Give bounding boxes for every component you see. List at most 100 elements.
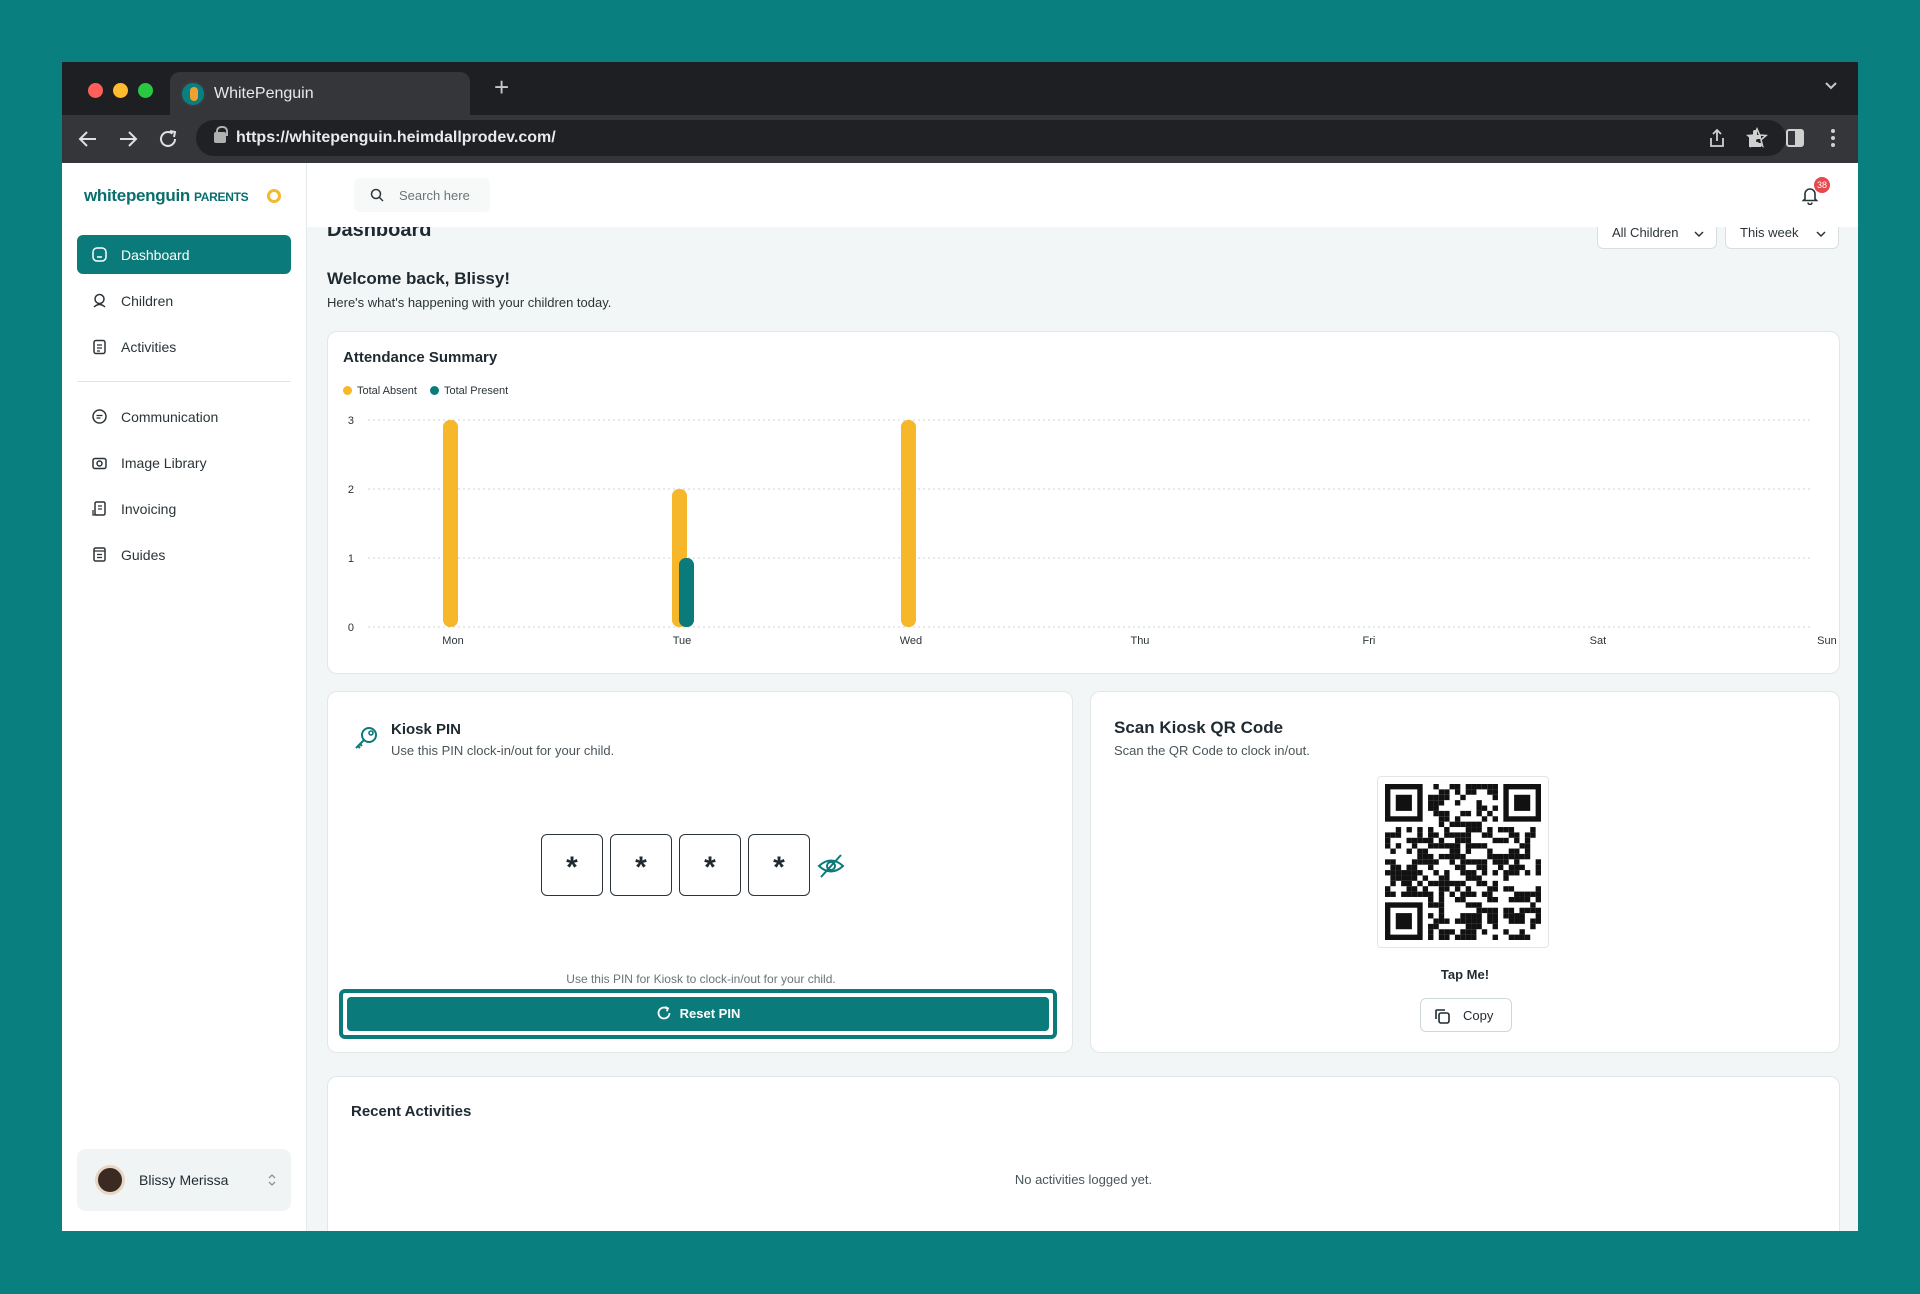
qr-module	[1476, 913, 1482, 919]
sidebar-item-activities[interactable]: Activities	[77, 327, 291, 366]
qr-module	[1487, 789, 1493, 795]
qr-module	[1481, 880, 1488, 887]
qr-module	[1465, 913, 1472, 919]
sidebar-item-dashboard[interactable]: Dashboard	[77, 235, 291, 274]
qr-subtitle: Scan the QR Code to clock in/out.	[1114, 743, 1310, 758]
qr-module	[1508, 934, 1515, 940]
tap-me-label: Tap Me!	[1440, 967, 1490, 982]
qr-module	[1433, 902, 1439, 908]
qr-module	[1449, 880, 1455, 887]
sidebar-item-communication[interactable]: Communication	[77, 397, 291, 436]
more-menu-icon[interactable]	[1822, 127, 1844, 149]
sidebar-item-image-library[interactable]: Image Library	[77, 443, 291, 482]
tab-title: WhitePenguin	[214, 85, 314, 102]
reset-pin-button[interactable]: Reset PIN	[347, 997, 1049, 1031]
qr-module	[1438, 913, 1445, 919]
close-window-button[interactable]	[88, 83, 103, 98]
invoice-icon	[92, 501, 106, 516]
qr-module	[1508, 918, 1515, 924]
copy-button[interactable]: Copy	[1420, 998, 1512, 1032]
qr-module	[1460, 859, 1466, 865]
chat-icon	[92, 409, 107, 424]
x-tick-label: Thu	[1130, 635, 1149, 647]
qr-module	[1428, 923, 1434, 930]
new-tab-button[interactable]: +	[494, 74, 509, 100]
qr-module	[1460, 821, 1466, 828]
qr-module	[1454, 789, 1461, 795]
reload-icon[interactable]	[156, 127, 180, 151]
forward-icon[interactable]	[116, 127, 140, 151]
qr-module	[1385, 891, 1391, 897]
qr-module	[1492, 918, 1498, 924]
sidebar-item-children[interactable]: Children	[77, 281, 291, 320]
user-menu[interactable]: Blissy Merissa	[77, 1149, 291, 1211]
notification-badge: 38	[1813, 177, 1830, 193]
extensions-icon[interactable]	[1745, 127, 1767, 149]
qr-module	[1433, 923, 1439, 930]
tab-list-chevron-icon[interactable]	[1824, 78, 1838, 92]
pin-digit: *	[541, 834, 603, 896]
qr-module	[1514, 853, 1520, 860]
sidebar-item-guides[interactable]: Guides	[77, 535, 291, 574]
qr-module	[1492, 805, 1498, 811]
qr-title: Scan Kiosk QR Code	[1114, 718, 1284, 737]
qr-module	[1465, 870, 1472, 876]
url-text: https://whitepenguin.heimdallprodev.com/	[236, 129, 556, 146]
qr-module	[1428, 929, 1434, 935]
share-icon[interactable]	[1706, 127, 1728, 149]
qr-module	[1406, 886, 1412, 892]
qr-module	[1514, 913, 1520, 919]
qr-module	[1465, 918, 1472, 924]
qr-module	[1406, 875, 1412, 881]
address-bar[interactable]: https://whitepenguin.heimdallprodev.com/	[196, 120, 1786, 156]
qr-module	[1535, 891, 1541, 897]
qr-module	[1492, 794, 1498, 801]
qr-module	[1460, 934, 1466, 940]
qr-module	[1438, 794, 1445, 801]
qr-module	[1390, 870, 1396, 876]
qr-module	[1460, 896, 1466, 903]
qr-module	[1401, 891, 1407, 897]
search-input[interactable]: Search here	[354, 178, 490, 212]
qr-module	[1422, 859, 1429, 865]
qr-module	[1471, 913, 1477, 919]
qr-module	[1492, 816, 1498, 822]
sidebar-item-invoicing[interactable]: Invoicing	[77, 489, 291, 528]
qr-module	[1497, 864, 1504, 871]
qr-module	[1471, 923, 1477, 930]
maximize-window-button[interactable]	[138, 83, 153, 98]
qr-module	[1530, 891, 1536, 897]
sidebar: whitepenguin PARENTS Dashboard Children A…	[62, 163, 307, 1231]
qr-module	[1390, 864, 1396, 871]
refresh-icon	[657, 1006, 671, 1020]
x-tick-label: Wed	[900, 635, 922, 647]
home-icon	[92, 247, 107, 262]
logo[interactable]: whitepenguin PARENTS	[84, 186, 249, 206]
sidebar-item-label: Communication	[121, 409, 219, 425]
qr-module	[1519, 891, 1525, 897]
qr-module	[1454, 864, 1461, 871]
qr-module	[1390, 880, 1396, 887]
qr-module	[1465, 832, 1472, 838]
side-panel-icon[interactable]	[1784, 127, 1806, 149]
browser-tab[interactable]: WhitePenguin	[170, 72, 470, 115]
qr-module	[1411, 891, 1418, 897]
sidebar-item-label: Activities	[121, 339, 177, 355]
minimize-window-button[interactable]	[113, 83, 128, 98]
qr-module	[1481, 859, 1488, 865]
qr-module	[1390, 875, 1396, 881]
sidebar-item-label: Children	[121, 293, 174, 309]
qr-code[interactable]	[1377, 776, 1549, 948]
qr-module	[1535, 859, 1541, 865]
eye-off-icon[interactable]	[816, 852, 846, 880]
qr-card: Scan Kiosk QR Code Scan the QR Code to c…	[1090, 691, 1840, 1053]
qr-module	[1444, 832, 1450, 838]
sidebar-item-label: Dashboard	[121, 247, 190, 263]
chevron-updown-icon	[268, 1174, 276, 1186]
pin-digit: *	[748, 834, 810, 896]
qr-module	[1433, 880, 1439, 887]
back-icon[interactable]	[76, 127, 100, 151]
qr-module	[1422, 875, 1429, 881]
qr-module	[1449, 859, 1455, 865]
qr-module	[1471, 929, 1477, 935]
